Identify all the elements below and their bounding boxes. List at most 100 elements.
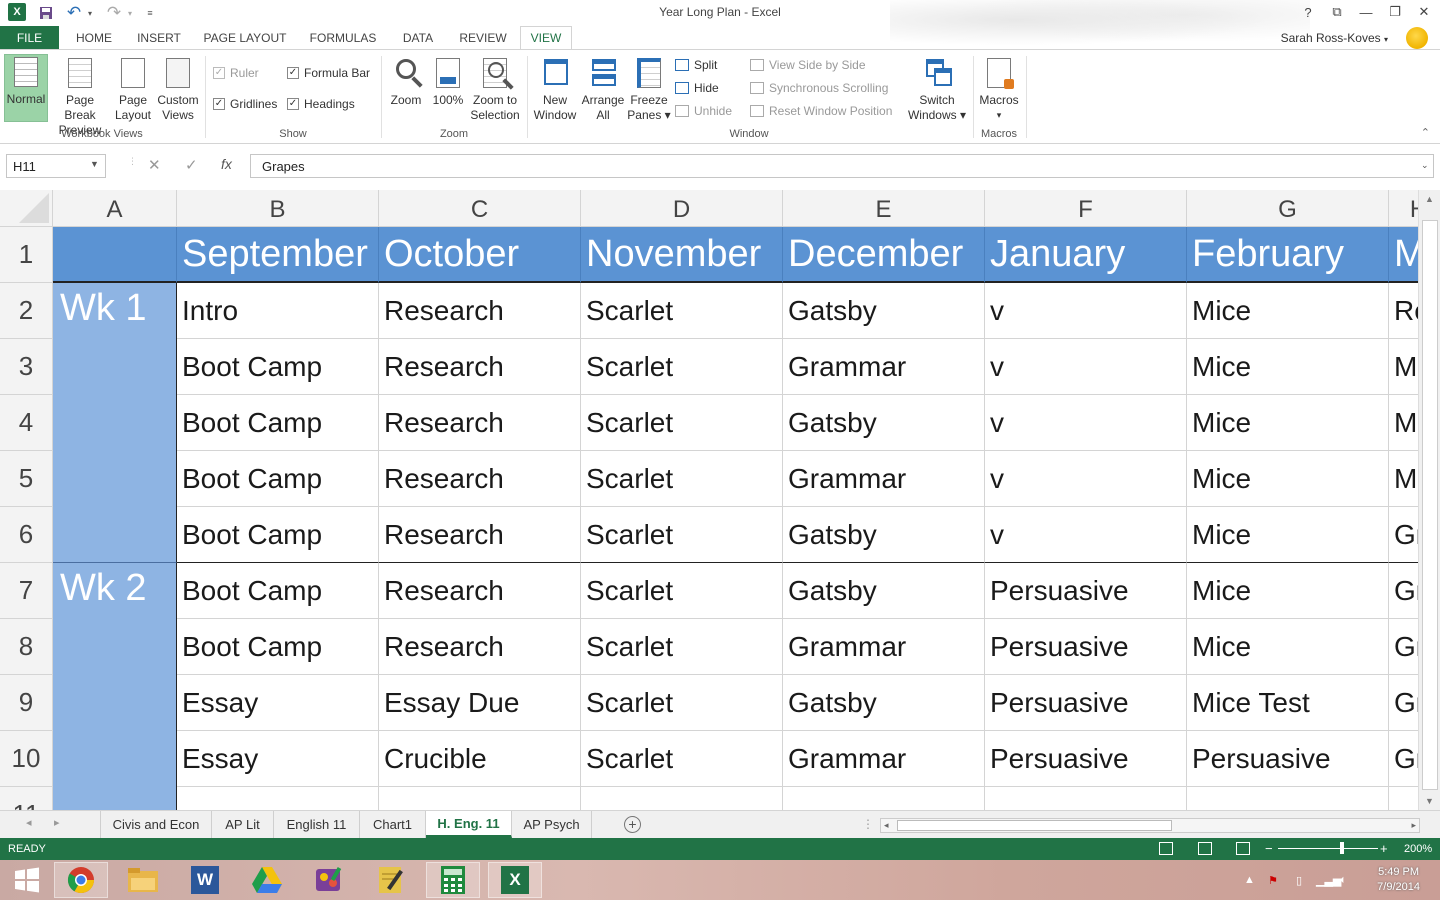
cell-h8[interactable]: Gr [1389, 619, 1418, 675]
new-window-button[interactable]: New Window [531, 56, 579, 123]
cell-h10[interactable]: Gr [1389, 731, 1418, 787]
cell-d1[interactable]: November [581, 227, 783, 283]
week-label-cell[interactable]: Wk 2 [53, 563, 177, 810]
cell-g10[interactable]: Persuasive [1187, 731, 1389, 787]
row-header-2[interactable]: 2 [0, 283, 53, 339]
week-label-cell[interactable]: Wk 1 [53, 283, 177, 563]
hide-button[interactable]: Hide [675, 81, 719, 95]
cell-e10[interactable]: Grammar [783, 731, 985, 787]
reset-window-position-button[interactable]: Reset Window Position [750, 104, 892, 118]
spreadsheet-grid[interactable]: ABCDEFGH 1234567891011 SeptemberOctoberNov… [0, 190, 1418, 810]
volume-icon[interactable]: 🔈︎ [1340, 874, 1347, 887]
paint-icon[interactable] [302, 862, 356, 898]
cell-g4[interactable]: Mice [1187, 395, 1389, 451]
collapse-ribbon-icon[interactable]: ⌃ [1421, 126, 1430, 139]
macros-dropdown-icon[interactable]: ▾ [977, 108, 1021, 123]
zoom-level[interactable]: 200% [1404, 843, 1432, 855]
cell-g11[interactable] [1187, 787, 1389, 810]
freeze-panes-button[interactable]: Freeze Panes ▾ [627, 56, 671, 123]
cell-f6[interactable]: v [985, 507, 1187, 563]
cell-f1[interactable]: January [985, 227, 1187, 283]
cell-e6[interactable]: Gatsby [783, 507, 985, 563]
custom-views-button[interactable]: Custom Views [155, 56, 201, 123]
show-hidden-icons-icon[interactable]: ▲ [1244, 874, 1255, 886]
vertical-scrollbar[interactable]: ▲ ▼ [1418, 190, 1440, 810]
tab-split-grip-icon[interactable]: ⋮ [862, 817, 874, 831]
user-name[interactable]: Sarah Ross-Koves ▾ [1281, 31, 1388, 45]
calculator-icon[interactable] [426, 862, 480, 898]
scroll-right-icon[interactable]: ▸ [1411, 820, 1416, 831]
horizontal-scrollbar[interactable]: ◂ ▸ [880, 818, 1420, 833]
cell-f11[interactable] [985, 787, 1187, 810]
expand-formula-bar-icon[interactable]: ⌄ [1421, 160, 1429, 171]
row-header-5[interactable]: 5 [0, 451, 53, 507]
cell-g1[interactable]: February [1187, 227, 1389, 283]
cell-f7[interactable]: Persuasive [985, 563, 1187, 619]
cell-a1[interactable] [53, 227, 177, 283]
cell-e7[interactable]: Gatsby [783, 563, 985, 619]
cell-h7[interactable]: Gr [1389, 563, 1418, 619]
vertical-scroll-thumb[interactable] [1422, 220, 1438, 790]
google-drive-icon[interactable] [240, 862, 294, 898]
row-header-4[interactable]: 4 [0, 395, 53, 451]
file-explorer-icon[interactable] [116, 862, 170, 898]
column-header-f[interactable]: F [985, 190, 1187, 227]
row-header-3[interactable]: 3 [0, 339, 53, 395]
excel-app-icon[interactable]: X [8, 3, 26, 21]
sheet-tab-h-eng-11[interactable]: H. Eng. 11 [426, 811, 512, 838]
sheet-tab-ap-psych[interactable]: AP Psych [512, 811, 592, 838]
tab-insert[interactable]: INSERT [130, 26, 188, 50]
prev-sheet-icon[interactable]: ◂ [26, 816, 32, 829]
battery-icon[interactable]: ▯ [1296, 874, 1302, 887]
cell-g9[interactable]: Mice Test [1187, 675, 1389, 731]
column-header-h[interactable]: H [1389, 190, 1418, 227]
macros-button[interactable]: Macros ▾ [977, 56, 1021, 123]
insert-function-icon[interactable]: fx [221, 156, 232, 172]
cell-b1[interactable]: September [177, 227, 379, 283]
formula-input[interactable]: Grapes [250, 154, 1434, 178]
cell-c3[interactable]: Research [379, 339, 581, 395]
cell-h3[interactable]: M [1389, 339, 1418, 395]
cell-h2[interactable]: Re [1389, 283, 1418, 339]
cell-f10[interactable]: Persuasive [985, 731, 1187, 787]
cell-e11[interactable] [783, 787, 985, 810]
redo-dropdown-icon[interactable]: ▾ [124, 3, 136, 23]
zoom-slider-knob[interactable] [1340, 842, 1344, 854]
row-header-8[interactable]: 8 [0, 619, 53, 675]
undo-icon[interactable]: ↶ [64, 3, 84, 23]
tab-formulas[interactable]: FORMULAS [302, 26, 384, 50]
cell-h6[interactable]: Gr [1389, 507, 1418, 563]
page-layout-button[interactable]: Page Layout [112, 56, 154, 123]
zoom-to-selection-button[interactable]: Zoom to Selection [469, 56, 521, 123]
horizontal-scroll-thumb[interactable] [897, 820, 1172, 831]
zoom-slider[interactable] [1278, 848, 1378, 849]
word-icon[interactable]: W [178, 862, 232, 898]
column-header-d[interactable]: D [581, 190, 783, 227]
cell-c8[interactable]: Research [379, 619, 581, 675]
cell-d5[interactable]: Scarlet [581, 451, 783, 507]
cell-d9[interactable]: Scarlet [581, 675, 783, 731]
sheet-tab-ap-lit[interactable]: AP Lit [212, 811, 274, 838]
normal-view-button[interactable]: Normal [4, 54, 48, 122]
cell-g2[interactable]: Mice [1187, 283, 1389, 339]
cell-b3[interactable]: Boot Camp [177, 339, 379, 395]
user-dropdown-icon[interactable]: ▾ [1384, 35, 1388, 44]
cell-d10[interactable]: Scarlet [581, 731, 783, 787]
ruler-checkbox[interactable]: ✓ Ruler [213, 66, 259, 80]
cell-h9[interactable]: Gr [1389, 675, 1418, 731]
tab-review[interactable]: REVIEW [452, 26, 514, 50]
cell-g6[interactable]: Mice [1187, 507, 1389, 563]
ribbon-display-options-icon[interactable]: ⧉ [1324, 2, 1350, 22]
zoom-in-icon[interactable]: + [1380, 841, 1388, 856]
cell-f4[interactable]: v [985, 395, 1187, 451]
tab-data[interactable]: DATA [392, 26, 444, 50]
switch-windows-button[interactable]: Switch Windows ▾ [904, 56, 970, 123]
cell-d3[interactable]: Scarlet [581, 339, 783, 395]
undo-dropdown-icon[interactable]: ▾ [84, 3, 96, 23]
enter-icon[interactable]: ✓ [185, 156, 198, 174]
cell-c7[interactable]: Research [379, 563, 581, 619]
zoom-100-button[interactable]: 100% [429, 56, 467, 108]
cell-c9[interactable]: Essay Due [379, 675, 581, 731]
cell-e5[interactable]: Grammar [783, 451, 985, 507]
row-header-1[interactable]: 1 [0, 227, 53, 283]
